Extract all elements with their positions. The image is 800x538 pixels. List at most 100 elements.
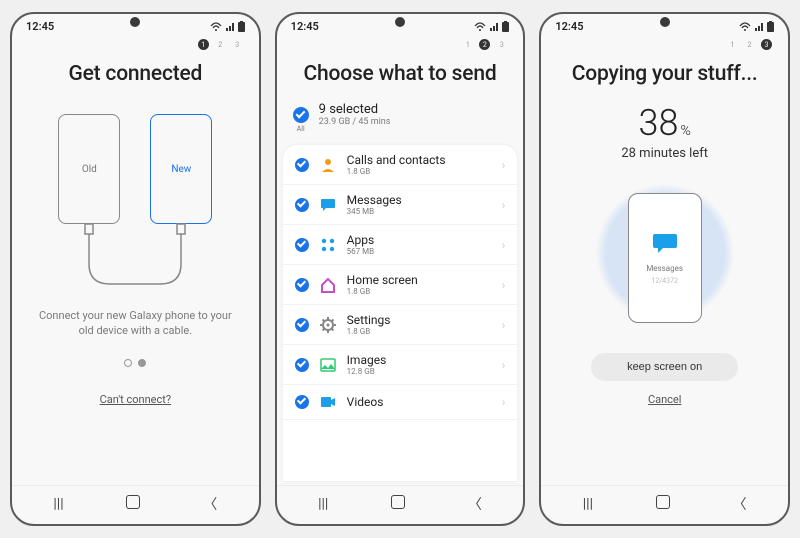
item-label: Messages — [347, 193, 492, 207]
all-label: All — [297, 125, 305, 133]
list-item[interactable]: Videos › — [283, 385, 518, 420]
item-size: 1.8 GB — [347, 287, 492, 296]
step-3: 3 — [761, 39, 772, 50]
item-checkbox[interactable] — [295, 158, 309, 172]
phone-screen-copying: 12:45 1 2 3 Copying your stuff... 38 % 2… — [539, 12, 790, 526]
status-icons — [739, 21, 774, 32]
content-type-list[interactable]: Calls and contacts1.8 GB›Messages345 MB›… — [283, 145, 518, 481]
destination-phone-icon: Messages 12/4372 — [628, 193, 702, 323]
front-camera — [130, 17, 140, 27]
status-icons — [474, 21, 509, 32]
step-indicator: 1 2 3 — [541, 35, 788, 52]
home-button[interactable] — [126, 495, 140, 513]
page-dot — [124, 359, 132, 367]
item-checkbox[interactable] — [295, 395, 309, 409]
back-button[interactable]: 〈 — [733, 494, 747, 514]
selected-count: 9 selected — [319, 102, 391, 117]
item-label: Home screen — [347, 273, 492, 287]
instruction-text: Connect your new Galaxy phone to your ol… — [26, 308, 245, 339]
step-2: 2 — [744, 39, 755, 50]
list-item[interactable]: Messages345 MB › — [283, 185, 518, 225]
progress-illustration: Messages 12/4372 — [590, 173, 740, 343]
home-icon — [319, 276, 337, 294]
select-all-checkbox[interactable] — [293, 107, 309, 123]
wifi-icon — [210, 22, 222, 32]
status-time: 12:45 — [555, 20, 583, 33]
list-item[interactable]: Home screen1.8 GB› — [283, 265, 518, 305]
selection-summary: All 9 selected 23.9 GB / 45 mins — [277, 98, 524, 135]
signal-icon — [225, 22, 235, 32]
selected-detail: 23.9 GB / 45 mins — [319, 117, 391, 127]
front-camera — [395, 17, 405, 27]
old-phone-icon: Old — [58, 114, 120, 224]
recent-apps-button[interactable]: ||| — [583, 496, 593, 512]
battery-icon — [502, 21, 509, 32]
step-1: 1 — [198, 39, 209, 50]
item-size: 345 MB — [347, 207, 492, 216]
item-checkbox[interactable] — [295, 318, 309, 332]
time-remaining: 28 minutes left — [621, 146, 708, 161]
videos-icon — [319, 393, 337, 411]
contacts-icon — [319, 156, 337, 174]
android-nav-bar: ||| 〈 — [277, 485, 524, 524]
keep-screen-on-button[interactable]: keep screen on — [591, 353, 738, 381]
step-3: 3 — [496, 39, 507, 50]
front-camera — [660, 17, 670, 27]
page-dot-active — [138, 359, 146, 367]
back-button[interactable]: 〈 — [468, 494, 482, 514]
cant-connect-link[interactable]: Can't connect? — [100, 393, 171, 406]
item-label: Apps — [347, 233, 492, 247]
messages-icon — [652, 232, 678, 260]
status-icons — [210, 21, 245, 32]
messages-icon — [319, 196, 337, 214]
page-title: Get connected — [68, 62, 202, 86]
status-time: 12:45 — [26, 20, 54, 33]
battery-icon — [767, 21, 774, 32]
item-label: Calls and contacts — [347, 153, 492, 167]
list-item[interactable]: Calls and contacts1.8 GB› — [283, 145, 518, 185]
android-nav-bar: ||| 〈 — [12, 485, 259, 524]
item-checkbox[interactable] — [295, 358, 309, 372]
item-checkbox[interactable] — [295, 198, 309, 212]
battery-icon — [238, 21, 245, 32]
item-label: Settings — [347, 313, 492, 327]
page-indicator — [124, 359, 146, 367]
step-1: 1 — [727, 39, 738, 50]
progress-percent: 38 % — [639, 102, 691, 144]
wifi-icon — [739, 22, 751, 32]
item-checkbox[interactable] — [295, 278, 309, 292]
step-indicator: 1 2 3 — [12, 35, 259, 52]
item-label: Images — [347, 353, 492, 367]
item-size: 1.8 GB — [347, 327, 492, 336]
chevron-right-icon: › — [502, 395, 506, 409]
phone-screen-choose-send: 12:45 1 2 3 Choose what to send All 9 se… — [275, 12, 526, 526]
chevron-right-icon: › — [502, 238, 506, 252]
back-button[interactable]: 〈 — [203, 494, 217, 514]
list-item[interactable]: Images12.8 GB › — [283, 345, 518, 385]
android-nav-bar: ||| 〈 — [541, 485, 788, 524]
chevron-right-icon: › — [502, 358, 506, 372]
step-indicator: 1 2 3 — [277, 35, 524, 52]
signal-icon — [754, 22, 764, 32]
home-button[interactable] — [391, 495, 405, 513]
item-size: 1.8 GB — [347, 167, 492, 176]
chevron-right-icon: › — [502, 318, 506, 332]
recent-apps-button[interactable]: ||| — [318, 496, 328, 512]
item-label: Videos — [347, 395, 492, 409]
list-item[interactable]: Settings1.8 GB › — [283, 305, 518, 345]
settings-icon — [319, 316, 337, 334]
chevron-right-icon: › — [502, 198, 506, 212]
page-title: Copying your stuff... — [572, 62, 758, 86]
list-item[interactable]: Apps567 MB› — [283, 225, 518, 265]
recent-apps-button[interactable]: ||| — [53, 496, 63, 512]
status-time: 12:45 — [291, 20, 319, 33]
current-category: Messages — [646, 264, 683, 273]
home-button[interactable] — [656, 495, 670, 513]
current-progress-count: 12/4372 — [651, 277, 678, 285]
step-3: 3 — [232, 39, 243, 50]
cancel-link[interactable]: Cancel — [648, 393, 681, 406]
apps-icon — [319, 236, 337, 254]
item-checkbox[interactable] — [295, 238, 309, 252]
item-size: 12.8 GB — [347, 367, 492, 376]
page-title: Choose what to send — [277, 62, 524, 86]
